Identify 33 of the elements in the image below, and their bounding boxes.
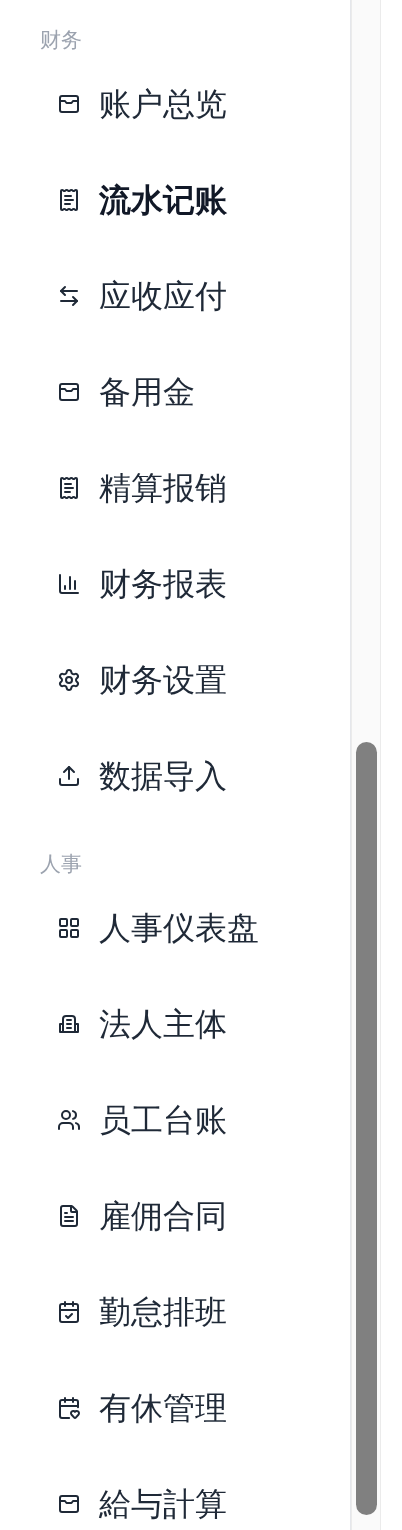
sidebar-item[interactable]: 流水记账 (0, 152, 350, 248)
sidebar-item[interactable]: 雇佣合同 (0, 1168, 350, 1264)
sidebar-item[interactable]: 勤怠排班 (0, 1264, 350, 1360)
bar-chart-icon (57, 572, 81, 596)
sidebar-item[interactable]: 数据导入 (0, 728, 350, 824)
sidebar-item[interactable]: 账户总览 (0, 56, 350, 152)
sidebar-item[interactable]: 员工台账 (0, 1072, 350, 1168)
scrollbar-thumb[interactable] (355, 742, 377, 1515)
sidebar-item[interactable]: 财务设置 (0, 632, 350, 728)
arrows-icon (57, 284, 81, 308)
sidebar-item[interactable]: 备用金 (0, 344, 350, 440)
sidebar-item[interactable]: 人事仪表盘 (0, 880, 350, 976)
users-icon (57, 1108, 81, 1132)
wallet-icon (57, 380, 81, 404)
calendar-heart-icon (57, 1396, 81, 1420)
sidebar-item[interactable]: 应收应付 (0, 248, 350, 344)
sidebar-item[interactable]: 财务报表 (0, 536, 350, 632)
receipt-icon (57, 476, 81, 500)
upload-icon (57, 764, 81, 788)
sidebar-item[interactable]: 給与計算 (0, 1456, 350, 1530)
section-heading: 财务 (40, 28, 82, 52)
sidebar-item[interactable]: 法人主体 (0, 976, 350, 1072)
receipt-icon (57, 188, 81, 212)
sidebar-item[interactable]: 有休管理 (0, 1360, 350, 1456)
settings-icon (57, 668, 81, 692)
wallet-icon (57, 92, 81, 116)
grid-icon (57, 916, 81, 940)
document-icon (57, 1204, 81, 1228)
building-icon (57, 1012, 81, 1036)
section-heading: 人事 (40, 852, 82, 876)
calendar-check-icon (57, 1300, 81, 1324)
sidebar-item[interactable]: 精算报销 (0, 440, 350, 536)
wallet-icon (57, 1492, 81, 1516)
